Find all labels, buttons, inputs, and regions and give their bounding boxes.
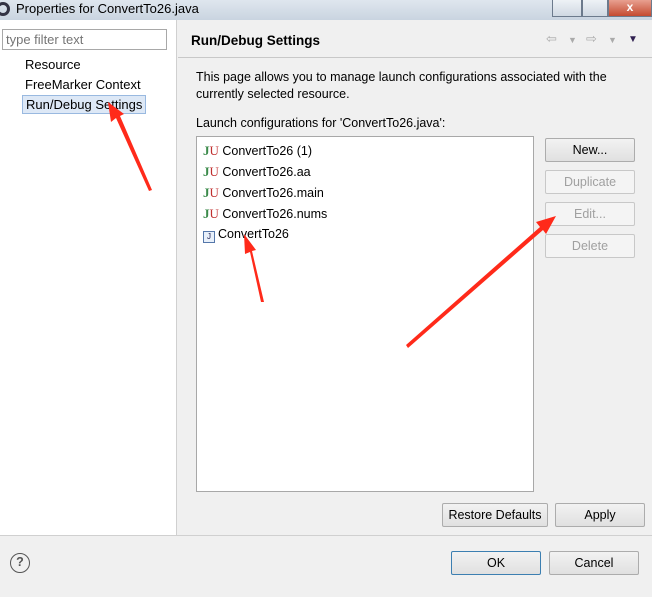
list-item[interactable]: JU ConvertTo26.nums	[203, 206, 327, 222]
cancel-button[interactable]: Cancel	[549, 551, 639, 575]
maximize-button[interactable]	[582, 0, 608, 17]
forward-dropdown-icon[interactable]: ▼	[608, 35, 617, 45]
junit-icon: JU	[203, 164, 219, 179]
delete-button[interactable]: Delete	[545, 234, 635, 258]
list-item[interactable]: JU ConvertTo26.main	[203, 185, 324, 201]
java-application-icon: J	[203, 231, 215, 243]
list-item-label: ConvertTo26.main	[222, 186, 324, 200]
back-dropdown-icon[interactable]: ▼	[568, 35, 577, 45]
list-item-label: ConvertTo26.nums	[222, 207, 328, 221]
close-button[interactable]: x	[608, 0, 652, 17]
apply-button[interactable]: Apply	[555, 503, 645, 527]
duplicate-button[interactable]: Duplicate	[545, 170, 635, 194]
forward-icon[interactable]: ⇨	[586, 31, 597, 47]
page-description: This page allows you to manage launch co…	[196, 70, 607, 101]
list-item-label: ConvertTo26 (1)	[222, 144, 312, 158]
filter-input[interactable]	[2, 29, 167, 50]
launch-config-list[interactable]: JU ConvertTo26 (1) JU ConvertTo26.aa JU …	[196, 136, 534, 492]
restore-defaults-button[interactable]: Restore Defaults	[442, 503, 548, 527]
footer-divider	[0, 535, 652, 536]
sidebar-item-resource[interactable]: Resource	[22, 56, 84, 73]
main-panel: Run/Debug Settings ⇦ ▼ ⇨ ▼ ▼ This page a…	[178, 20, 652, 535]
window-title: Properties for ConvertTo26.java	[16, 1, 199, 16]
list-item[interactable]: JU ConvertTo26 (1)	[203, 143, 312, 159]
ok-button[interactable]: OK	[451, 551, 541, 575]
sidebar-item-freemarker-context[interactable]: FreeMarker Context	[22, 76, 144, 93]
title-bar: Properties for ConvertTo26.java x	[0, 0, 652, 20]
junit-icon: JU	[203, 206, 219, 221]
sidebar: Resource FreeMarker Context Run/Debug Se…	[0, 20, 177, 535]
app-icon	[0, 2, 10, 16]
view-menu-icon[interactable]: ▼	[628, 34, 638, 45]
page-title: Run/Debug Settings	[191, 33, 320, 48]
junit-icon: JU	[203, 143, 219, 158]
sidebar-item-run-debug-settings[interactable]: Run/Debug Settings	[22, 95, 147, 114]
list-item[interactable]: J ConvertTo26	[203, 227, 289, 243]
page-header: Run/Debug Settings ⇦ ▼ ⇨ ▼ ▼	[178, 20, 652, 58]
junit-icon: JU	[203, 185, 219, 200]
back-icon[interactable]: ⇦	[546, 31, 557, 47]
minimize-button[interactable]	[552, 0, 582, 17]
list-item[interactable]: JU ConvertTo26.aa	[203, 164, 311, 180]
list-label: Launch configurations for 'ConvertTo26.j…	[196, 116, 446, 130]
list-item-label: ConvertTo26	[218, 227, 289, 241]
help-icon[interactable]: ?	[10, 553, 30, 573]
new-button[interactable]: New...	[545, 138, 635, 162]
edit-button[interactable]: Edit...	[545, 202, 635, 226]
list-item-label: ConvertTo26.aa	[222, 165, 311, 179]
